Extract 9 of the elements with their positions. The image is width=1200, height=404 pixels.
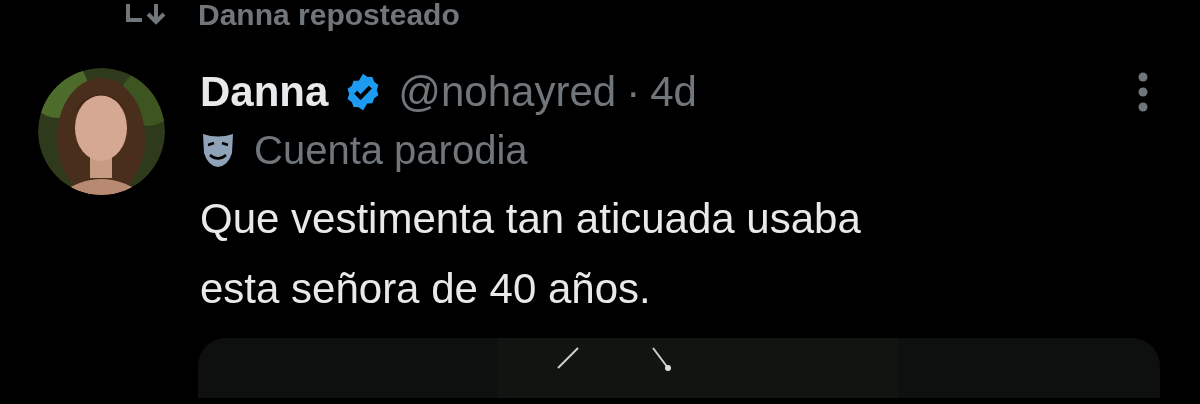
more-options-icon[interactable] xyxy=(1136,70,1150,114)
parody-account-label: Cuenta parodia xyxy=(254,127,528,174)
repost-label: Danna reposteado xyxy=(198,0,460,30)
mask-icon xyxy=(200,131,236,169)
separator-dot: · xyxy=(626,68,641,116)
post-time[interactable]: 4d xyxy=(650,68,697,116)
author-handle[interactable]: @nohayred xyxy=(398,68,617,116)
author-name[interactable]: Danna xyxy=(200,68,329,116)
tweet-text: Que vestimenta tan aticuada usaba esta señora de 40 años. xyxy=(200,194,862,314)
